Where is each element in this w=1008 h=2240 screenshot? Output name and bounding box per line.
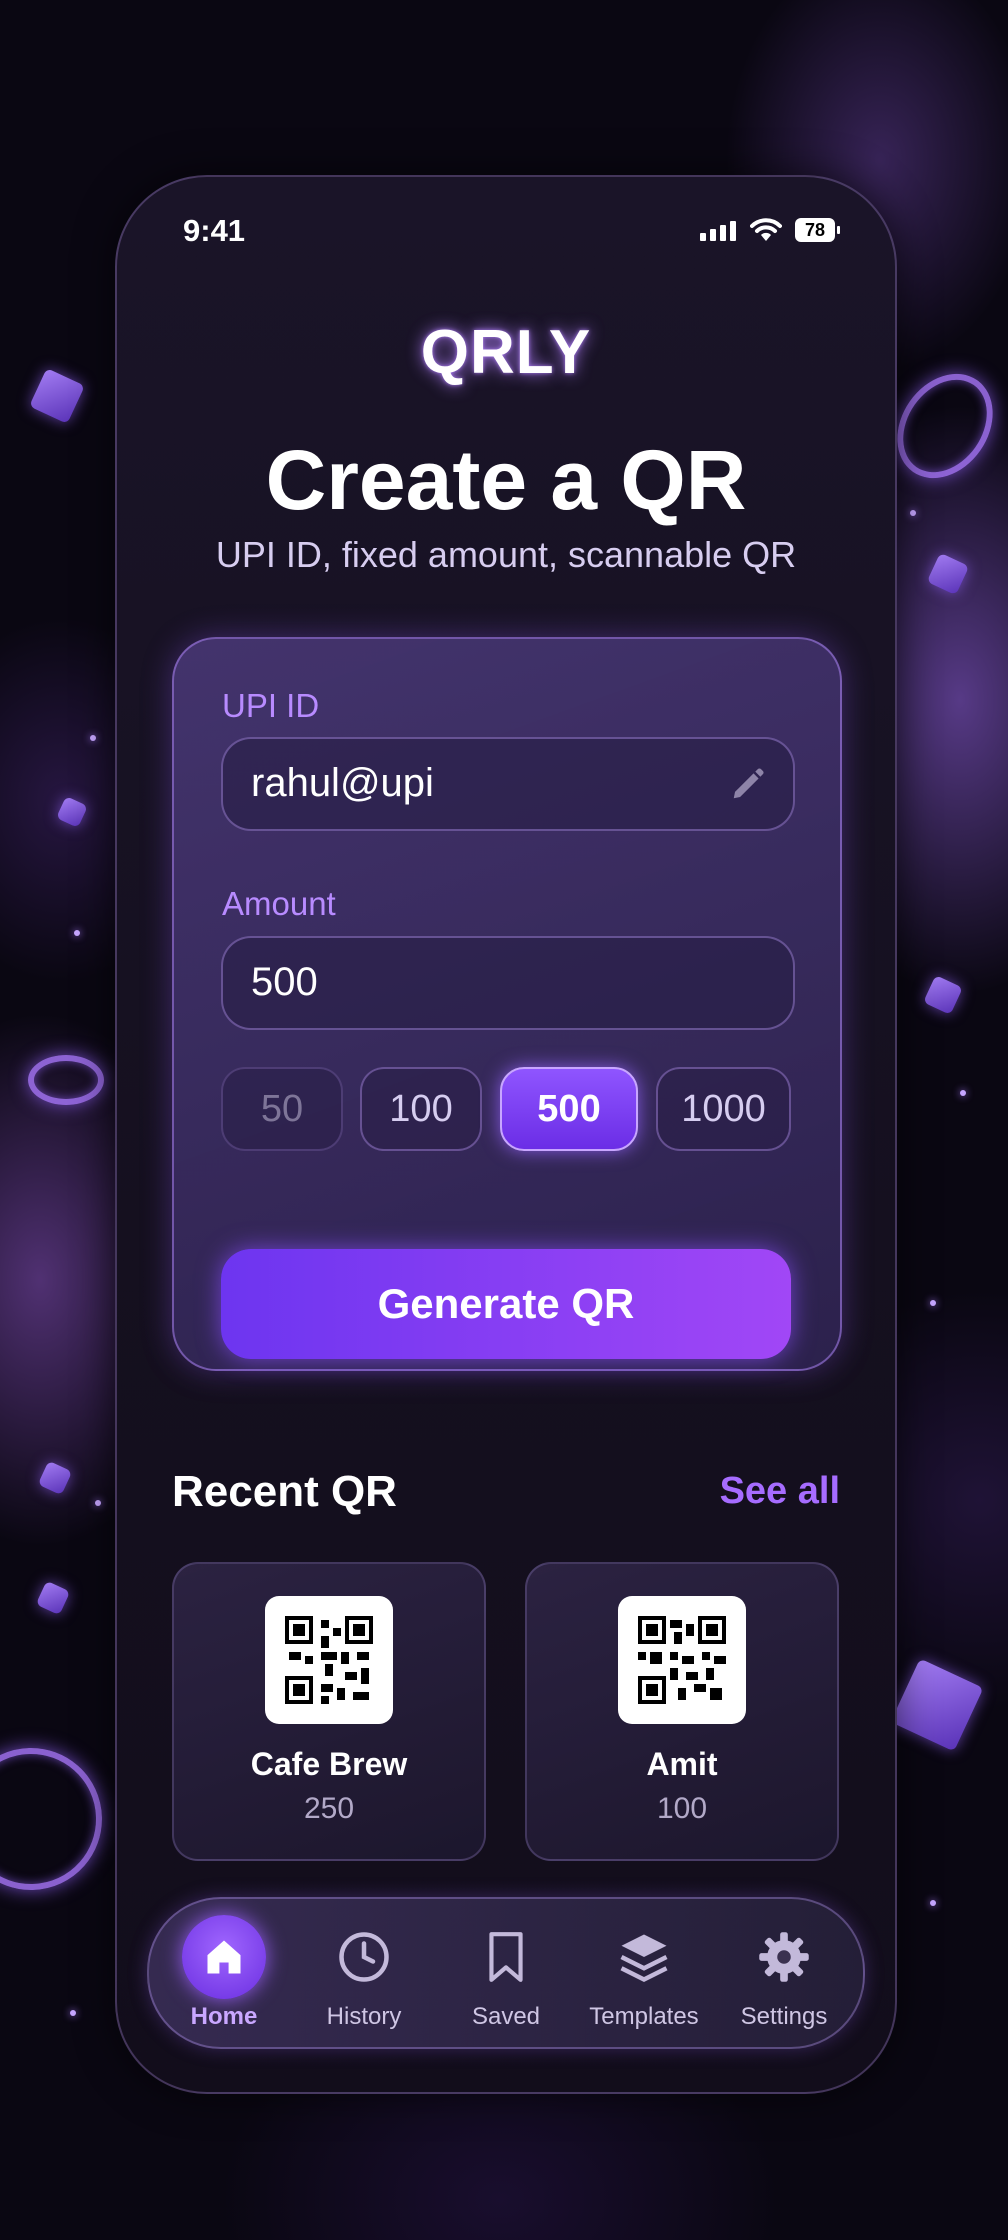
recent-qr-card[interactable]: Amit 100: [525, 1562, 839, 1861]
decor-cube: [926, 552, 970, 596]
nav-label: Saved: [471, 2003, 541, 2030]
preset-chip-500[interactable]: 500: [500, 1067, 638, 1151]
decor-cube: [56, 796, 88, 828]
decor-ring: [877, 355, 1008, 497]
bookmark-icon: [436, 1917, 576, 1997]
decor-spark: [90, 735, 96, 741]
generate-qr-button[interactable]: Generate QR: [221, 1249, 791, 1359]
qr-code-icon: [618, 1596, 746, 1724]
recent-qr-card[interactable]: Cafe Brew 250: [172, 1562, 486, 1861]
recent-qr-name: Amit: [646, 1746, 718, 1782]
clock-icon: [294, 1917, 434, 1997]
app-logo: QRLY: [420, 318, 592, 387]
decor-spark: [70, 2010, 76, 2016]
layers-icon: [574, 1917, 714, 1997]
amount-value: 500: [251, 960, 318, 1004]
decor-spark: [960, 1090, 966, 1096]
recent-qr-amount: 250: [303, 1792, 355, 1825]
decor-spark: [910, 510, 916, 516]
amount-presets: 50 100 500 1000: [221, 1067, 791, 1151]
nav-item-settings[interactable]: Settings: [714, 1899, 854, 2047]
recent-qr-title: Recent QR: [172, 1467, 397, 1516]
gear-icon: [714, 1917, 854, 1997]
pencil-icon[interactable]: [729, 765, 767, 808]
bottom-nav: Home History Saved Templates Settings: [147, 1897, 865, 2049]
amount-field[interactable]: 500: [221, 936, 795, 1030]
nav-label: Settings: [740, 2003, 828, 2030]
create-qr-form: UPI ID rahul@upi Amount 500 50 100 500 1…: [172, 637, 842, 1371]
phone-frame: 9:41 78 QRLY Create a QR UPI ID, fixed a…: [115, 175, 897, 2094]
upi-id-value: rahul@upi: [251, 761, 434, 805]
status-time: 9:41: [183, 213, 246, 248]
wifi-icon: [750, 217, 782, 248]
upi-id-field[interactable]: rahul@upi: [221, 737, 795, 831]
see-all-link[interactable]: See all: [720, 1470, 840, 1513]
nav-item-history[interactable]: History: [294, 1899, 434, 2047]
recent-qr-name: Cafe Brew: [250, 1746, 408, 1782]
page-subtitle: UPI ID, fixed amount, scannable QR: [215, 534, 797, 575]
decor-cube: [37, 1460, 73, 1496]
nav-item-saved[interactable]: Saved: [436, 1899, 576, 2047]
nav-item-templates[interactable]: Templates: [574, 1899, 714, 2047]
decor-cube: [923, 975, 963, 1015]
preset-chip-50[interactable]: 50: [221, 1067, 343, 1151]
page-title: Create a QR: [265, 433, 747, 527]
signal-icon: [700, 221, 736, 241]
decor-cube: [29, 368, 85, 424]
decor-cube: [35, 1580, 71, 1616]
qr-code-icon: [265, 1596, 393, 1724]
nav-label: Templates: [589, 2003, 699, 2030]
decor-ring: [0, 1727, 123, 1911]
upi-id-label: UPI ID: [222, 687, 320, 724]
preset-chip-100[interactable]: 100: [360, 1067, 482, 1151]
decor-ring: [28, 1055, 104, 1105]
nav-label: Home: [190, 2003, 258, 2030]
decor-spark: [95, 1500, 101, 1506]
battery-icon: 78: [795, 218, 840, 242]
preset-chip-1000[interactable]: 1000: [656, 1067, 791, 1151]
amount-label: Amount: [222, 885, 336, 922]
status-bar: 9:41 78: [117, 177, 895, 287]
recent-qr-amount: 100: [656, 1792, 708, 1825]
decor-spark: [74, 930, 80, 936]
decor-spark: [930, 1300, 936, 1306]
nav-item-home[interactable]: Home: [154, 1899, 294, 2047]
decor-cube: [890, 1658, 984, 1752]
nav-label: History: [326, 2003, 402, 2030]
decor-spark: [930, 1900, 936, 1906]
home-icon: [182, 1915, 266, 1999]
